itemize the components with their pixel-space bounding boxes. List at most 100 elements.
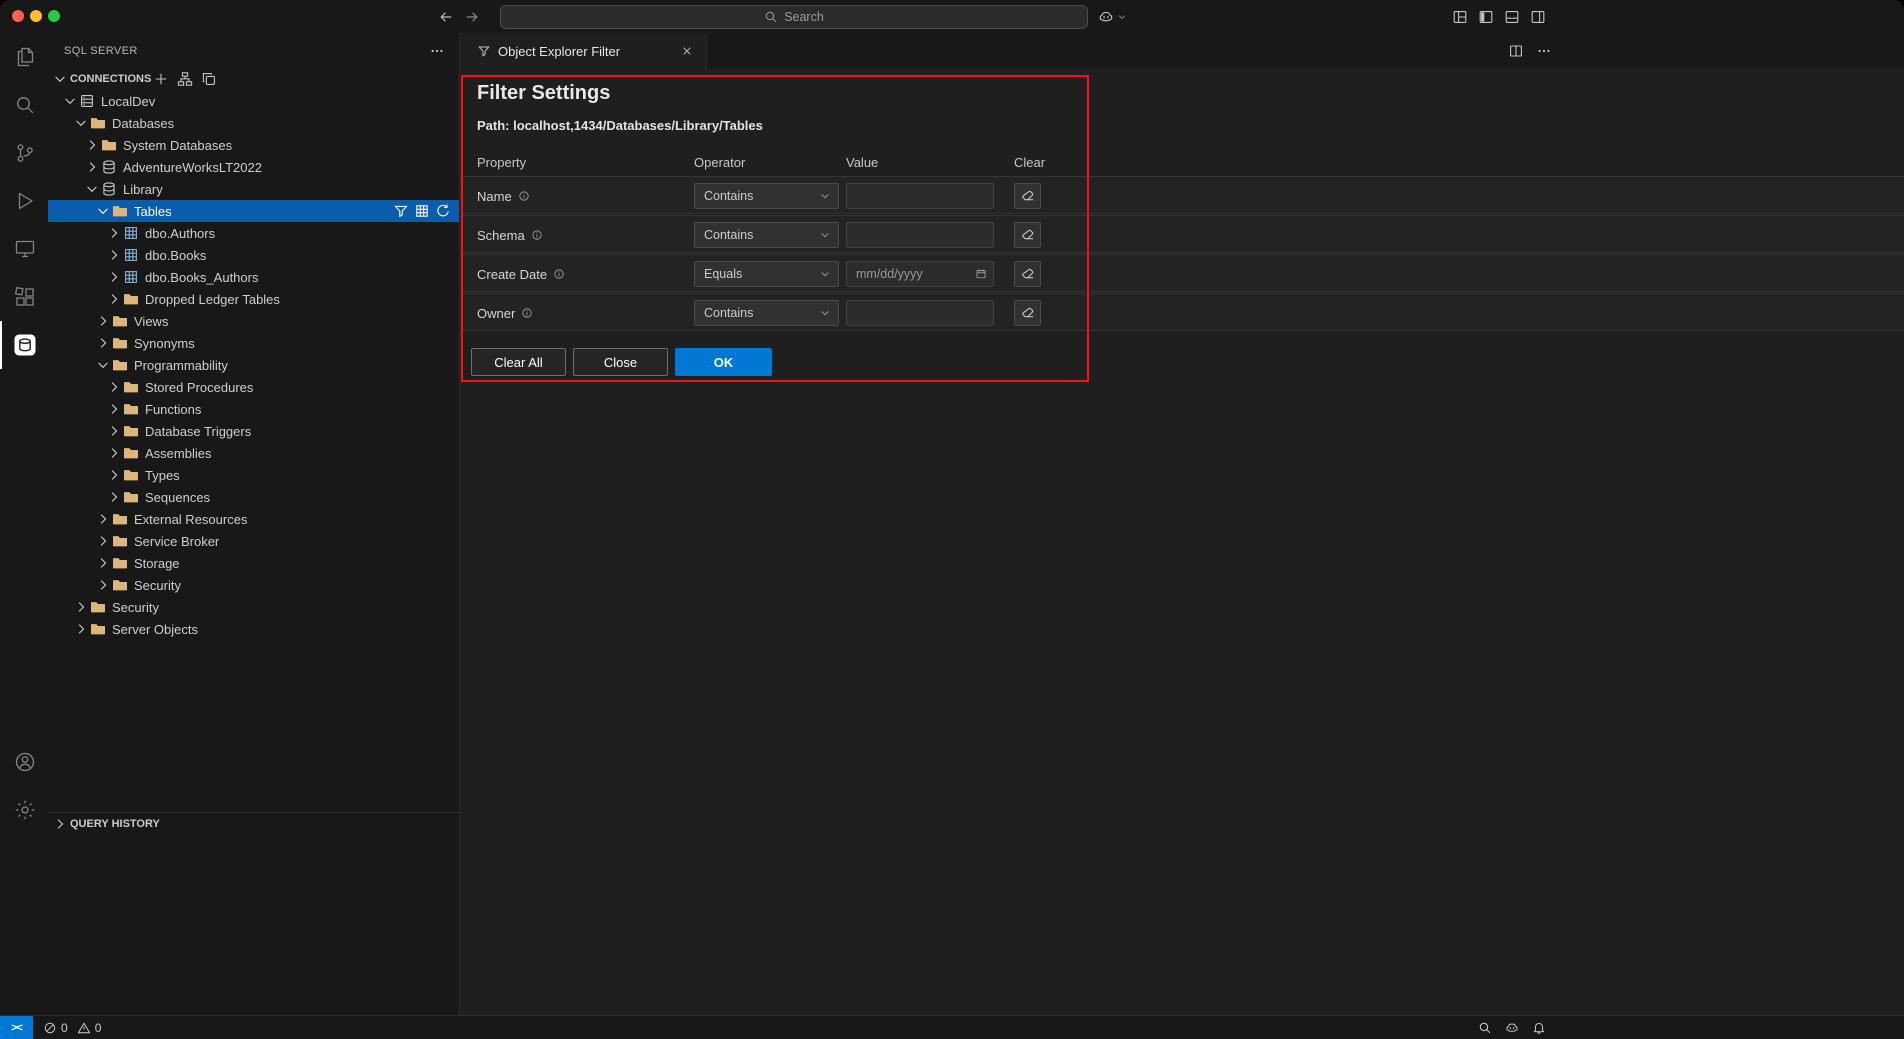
tree-item-security[interactable]: Security (48, 574, 459, 596)
tab-object-explorer-filter[interactable]: Object Explorer Filter (461, 33, 707, 69)
tree-item-programmability[interactable]: Programmability (48, 354, 459, 376)
chevron-right-icon[interactable] (73, 599, 89, 615)
chevron-right-icon[interactable] (106, 291, 122, 307)
chevron-right-icon[interactable] (73, 621, 89, 637)
more-actions-icon[interactable] (1536, 43, 1552, 59)
activity-accounts[interactable] (0, 738, 48, 786)
tree-item-stored-procedures[interactable]: Stored Procedures (48, 376, 459, 398)
macos-zoom-button[interactable] (48, 10, 60, 22)
operator-select-create-date[interactable]: Equals (694, 261, 839, 287)
tree-item-functions[interactable]: Functions (48, 398, 459, 420)
tree-item-adventureworkslt2022[interactable]: AdventureWorksLT2022 (48, 156, 459, 178)
chevron-right-icon[interactable] (106, 269, 122, 285)
more-actions-icon[interactable] (429, 43, 445, 59)
tree-item-types[interactable]: Types (48, 464, 459, 486)
value-input-schema[interactable] (846, 222, 994, 248)
activity-source-control[interactable] (0, 129, 48, 177)
chevron-right-icon[interactable] (95, 511, 111, 527)
toggle-panel-icon[interactable] (1504, 9, 1520, 25)
value-input-owner[interactable] (846, 300, 994, 326)
tree-item-security[interactable]: Security (48, 596, 459, 618)
tree-item-external-resources[interactable]: External Resources (48, 508, 459, 530)
tree-item-tables[interactable]: Tables (48, 200, 459, 222)
close-tab-icon[interactable] (680, 44, 694, 58)
copilot-menu[interactable] (1098, 0, 1127, 33)
toggle-primary-sidebar-icon[interactable] (1478, 9, 1494, 25)
chevron-right-icon[interactable] (84, 137, 100, 153)
chevron-down-icon[interactable] (73, 115, 89, 131)
tree-item-dbo-books-authors[interactable]: dbo.Books_Authors (48, 266, 459, 288)
notifications-icon[interactable] (1532, 1021, 1546, 1035)
chevron-right-icon[interactable] (106, 379, 122, 395)
tree-item-system-databases[interactable]: System Databases (48, 134, 459, 156)
close-button[interactable]: Close (573, 348, 668, 376)
tree-item-server-objects[interactable]: Server Objects (48, 618, 459, 640)
remote-indicator[interactable]: >< (0, 1016, 33, 1039)
connections-section-header[interactable]: CONNECTIONS (48, 68, 459, 90)
chevron-right-icon[interactable] (95, 555, 111, 571)
chevron-right-icon[interactable] (106, 489, 122, 505)
forward-button[interactable] (464, 9, 480, 25)
filter-icon[interactable] (393, 203, 409, 219)
clear-create-date-button[interactable] (1014, 261, 1041, 287)
activity-run-and-debug[interactable] (0, 177, 48, 225)
tree-item-views[interactable]: Views (48, 310, 459, 332)
query-history-section-header[interactable]: QUERY HISTORY (48, 812, 459, 834)
chevron-right-icon[interactable] (106, 445, 122, 461)
clear-all-button[interactable]: Clear All (471, 348, 566, 376)
tree-item-assemblies[interactable]: Assemblies (48, 442, 459, 464)
copilot-status-icon[interactable] (1505, 1021, 1519, 1035)
chevron-right-icon[interactable] (95, 313, 111, 329)
activity-search[interactable] (0, 81, 48, 129)
tree-item-databases[interactable]: Databases (48, 112, 459, 134)
activity-extensions[interactable] (0, 273, 48, 321)
tree-item-service-broker[interactable]: Service Broker (48, 530, 459, 552)
tree-item-dbo-books[interactable]: dbo.Books (48, 244, 459, 266)
copy-icon[interactable] (201, 71, 217, 87)
activity-explorer[interactable] (0, 33, 48, 81)
chevron-right-icon[interactable] (106, 423, 122, 439)
split-editor-icon[interactable] (1508, 43, 1524, 59)
clear-owner-button[interactable] (1014, 300, 1041, 326)
chevron-right-icon[interactable] (106, 247, 122, 263)
tree-item-database-triggers[interactable]: Database Triggers (48, 420, 459, 442)
refresh-icon[interactable] (435, 203, 451, 219)
tree-item-storage[interactable]: Storage (48, 552, 459, 574)
operator-select-schema[interactable]: Contains (694, 222, 839, 248)
tree-item-dbo-authors[interactable]: dbo.Authors (48, 222, 459, 244)
activity-remote-explorer[interactable] (0, 225, 48, 273)
clear-schema-button[interactable] (1014, 222, 1041, 248)
operator-select-name[interactable]: Contains (694, 183, 839, 209)
chevron-right-icon[interactable] (106, 401, 122, 417)
chevron-right-icon[interactable] (84, 159, 100, 175)
date-input-create-date[interactable]: mm/dd/yyyy (846, 261, 994, 287)
problems-status[interactable]: 0 0 (43, 1021, 106, 1035)
command-center-search[interactable]: Search (500, 5, 1088, 29)
macos-close-button[interactable] (12, 10, 24, 22)
chevron-down-icon[interactable] (95, 203, 111, 219)
tree-item-library[interactable]: Library (48, 178, 459, 200)
back-button[interactable] (438, 9, 454, 25)
operator-select-owner[interactable]: Contains (694, 300, 839, 326)
chevron-right-icon[interactable] (95, 577, 111, 593)
macos-minimize-button[interactable] (30, 10, 42, 22)
chevron-down-icon[interactable] (84, 181, 100, 197)
add-connection-icon[interactable] (153, 71, 169, 87)
tree-item-sequences[interactable]: Sequences (48, 486, 459, 508)
customize-layout-icon[interactable] (1452, 9, 1468, 25)
search-status-icon[interactable] (1478, 1021, 1492, 1035)
chevron-right-icon[interactable] (106, 225, 122, 241)
connection-group-icon[interactable] (177, 71, 193, 87)
chevron-right-icon[interactable] (95, 335, 111, 351)
tree-item-dropped-ledger-tables[interactable]: Dropped Ledger Tables (48, 288, 459, 310)
chevron-right-icon[interactable] (106, 467, 122, 483)
ok-button[interactable]: OK (675, 348, 772, 376)
tree-item-synonyms[interactable]: Synonyms (48, 332, 459, 354)
value-input-name[interactable] (846, 183, 994, 209)
chevron-down-icon[interactable] (95, 357, 111, 373)
activity-settings[interactable] (0, 786, 48, 834)
chevron-down-icon[interactable] (62, 93, 78, 109)
clear-name-button[interactable] (1014, 183, 1041, 209)
grid-icon[interactable] (414, 203, 430, 219)
chevron-right-icon[interactable] (95, 533, 111, 549)
